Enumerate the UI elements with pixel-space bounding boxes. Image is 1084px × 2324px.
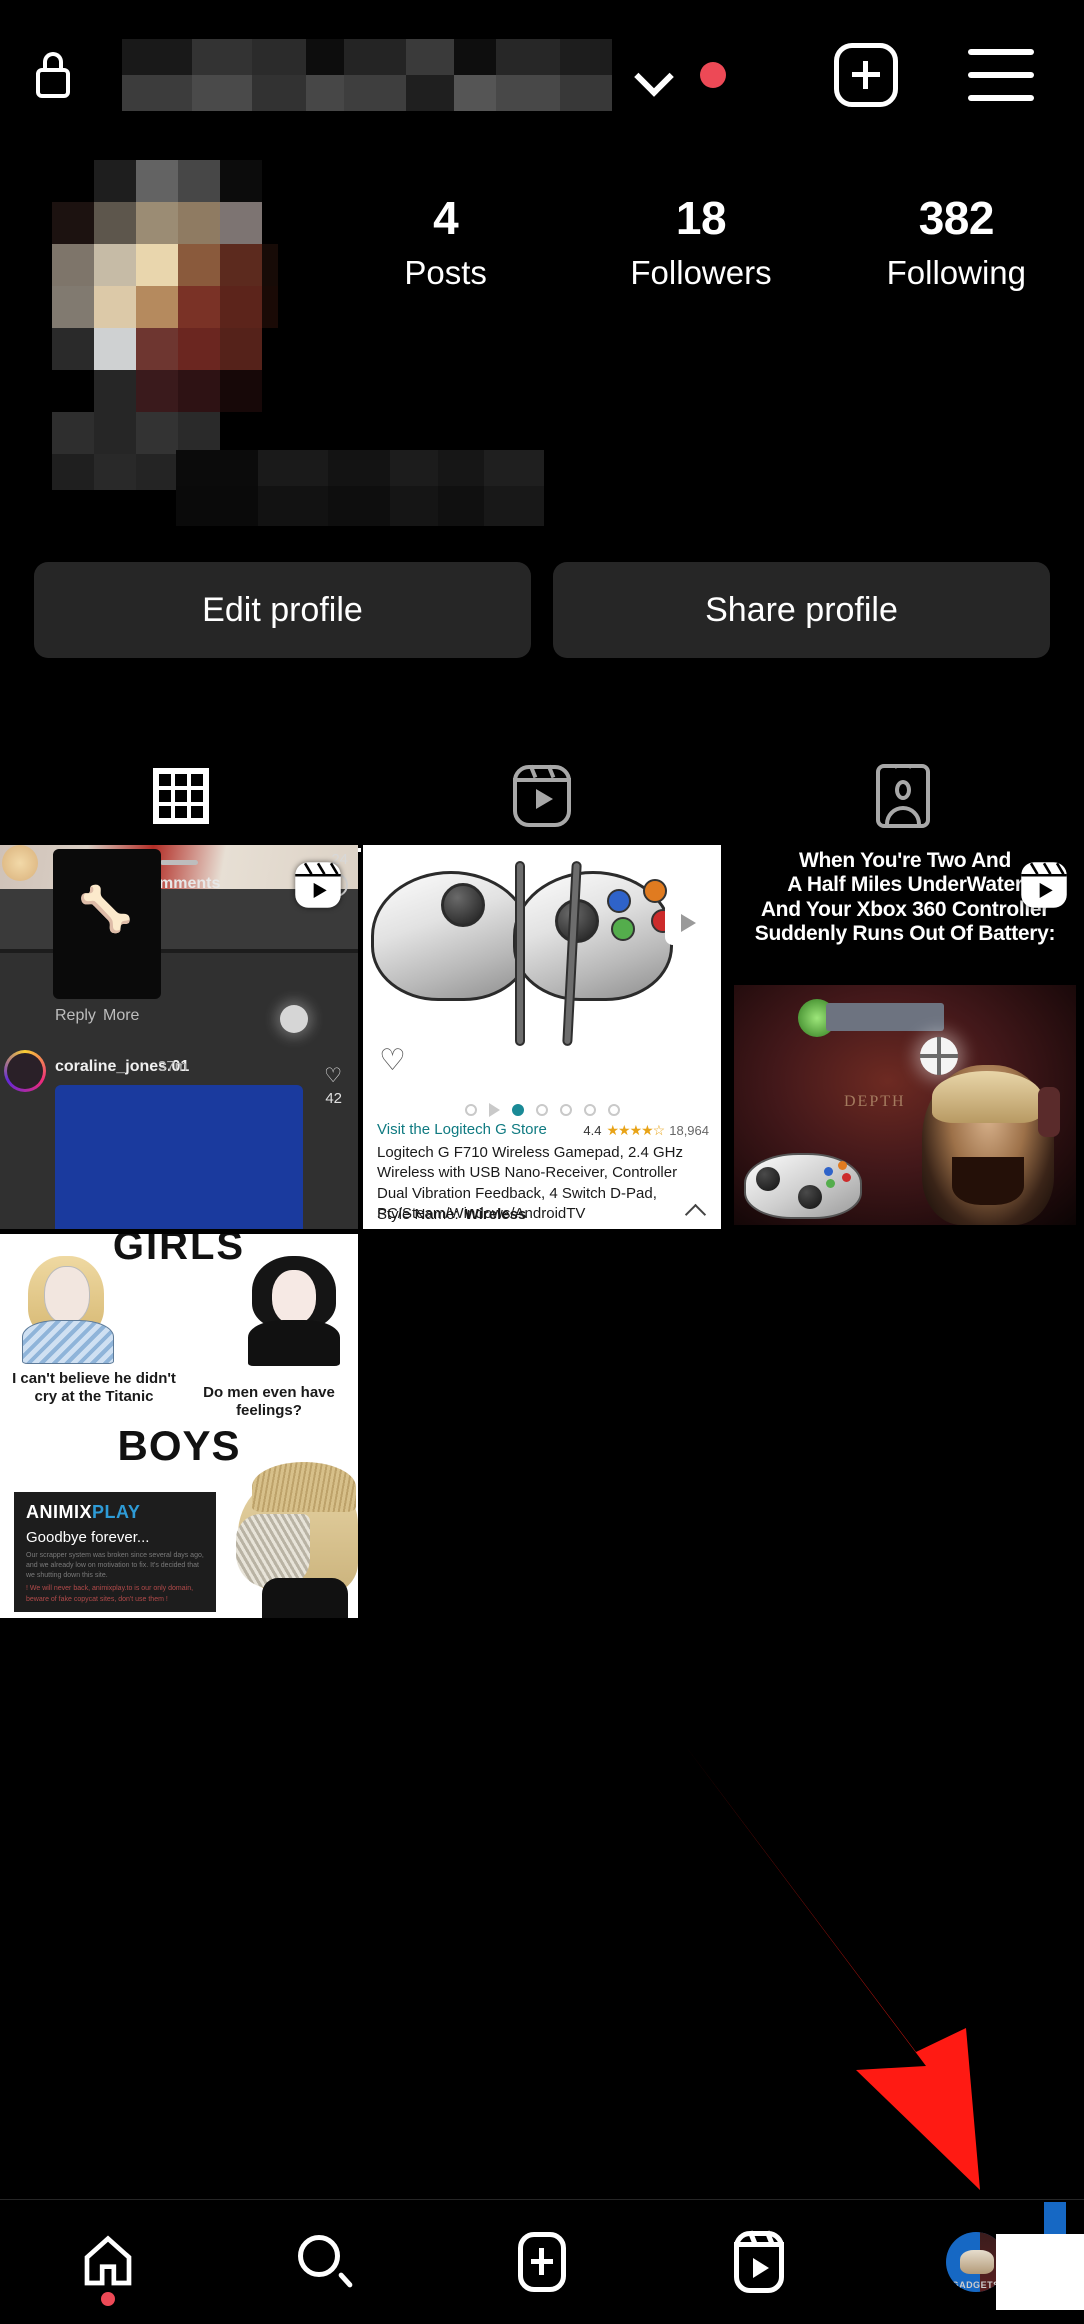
profile-tabs [0,740,1084,852]
home-icon [80,2234,136,2290]
post-grid: Comments i 🦴 24 Reply More coraline_jone… [0,845,1084,1618]
carousel-dots [363,1103,721,1117]
bottom-navigation: GADGETS [0,2200,1084,2324]
following-label: Following [886,253,1027,291]
heart-icon: ♡ [379,1044,406,1077]
light-orb [280,1005,308,1033]
nav-home[interactable] [0,2200,217,2324]
username-redacted[interactable] [122,39,612,111]
post-thumbnail[interactable]: GIRLS I can't believe he didn't cry at t… [0,1234,358,1618]
tab-tagged[interactable] [723,740,1084,852]
lock-icon [32,50,74,100]
notice-body: Our scrapper system was broken since sev… [26,1552,204,1580]
instagram-profile-screen: 4 Posts 18 Followers 382 Following Edit … [0,0,1084,2324]
gamepad-image [744,1153,862,1219]
tagged-icon [876,764,931,828]
battery-bar [826,1003,944,1031]
wojak-girl-right [246,1256,342,1366]
reel-badge-icon [1018,859,1070,911]
nav-reels[interactable] [650,2200,867,2324]
rating-row: 4.4 ★★★★☆ 18,964 [583,1122,709,1139]
wojak-girl-left [22,1256,114,1364]
meme-caption-right: Do men even have feelings? [203,1384,335,1419]
style-row: Style Name: Wireless [377,1206,526,1223]
profile-summary: 4 Posts 18 Followers 382 Following [0,160,1084,490]
hamburger-menu-button[interactable] [968,49,1034,101]
tab-reels[interactable] [361,740,722,852]
brand-part-1: ANIMIX [26,1502,92,1522]
brand-part-2: PLAY [92,1502,141,1522]
animixplay-brand: ANIMIXPLAY [26,1502,204,1523]
heart-icon: ♡ [324,1065,342,1087]
overlay-white-block [995,2234,1084,2310]
animixplay-notice: ANIMIXPLAY Goodbye forever... Our scrapp… [14,1492,216,1612]
profile-stats: 4 Posts 18 Followers 382 Following [318,160,1084,292]
notice-warning: ! We will never back, animixplay.to is o… [26,1585,194,1603]
post-thumbnail[interactable]: ♡ Visit the Logitech G Store 4.4 ★★★★☆ 1… [363,845,721,1229]
followers-count: 18 [675,192,727,244]
edit-profile-button[interactable]: Edit profile [34,562,531,658]
grid-icon [152,768,209,824]
product-photo [363,851,721,1063]
caption-line: Suddenly Runs Out Of Battery: [754,922,1056,946]
following-count: 382 [918,192,995,244]
xbox-guide-icon [920,1037,958,1075]
comment-media-2 [55,1085,303,1229]
search-icon [298,2235,354,2289]
commenter-avatar [2,845,38,881]
chevron-down-icon[interactable] [634,55,674,95]
play-icon [665,901,711,945]
chad-wojak [232,1462,358,1618]
tab-grid[interactable] [0,740,362,852]
annotation-arrow-icon [680,1740,1020,2200]
skeleton-gif: 🦴 [78,885,133,934]
style-label: Style Name: [377,1206,459,1223]
notice-title: Goodbye forever... [26,1529,150,1546]
nav-search[interactable] [217,2200,434,2324]
story-ring-avatar [4,1050,46,1092]
posts-count: 4 [433,192,459,244]
new-post-button[interactable] [834,43,898,107]
followers-label: Followers [630,253,772,291]
comment-like-count-2: 42 [325,1090,342,1107]
nav-profile[interactable]: GADGETS [867,2200,1084,2324]
app-header [0,0,1084,150]
comment-timestamp: 37m [158,1058,188,1075]
share-profile-button[interactable]: Share profile [553,562,1050,658]
nav-create[interactable] [434,2200,651,2324]
star-icons: ★★★★☆ [606,1122,665,1138]
game-hud-text: DEPTH [844,1093,906,1110]
post-thumbnail[interactable]: When You're Two And A Half Miles UnderWa… [726,845,1084,1229]
meme-scene: DEPTH [734,985,1076,1225]
more-label: More [103,1007,140,1024]
reels-icon [512,764,571,827]
bio-redacted [0,440,600,560]
rating-value: 4.4 [583,1123,602,1138]
posts-label: Posts [404,253,487,291]
stat-following[interactable]: 382 Following [829,190,1084,292]
notification-dot [700,62,726,88]
home-badge-dot [101,2292,116,2306]
reel-badge-icon [292,859,344,911]
stat-posts[interactable]: 4 Posts [318,190,573,292]
style-value: Wireless [464,1206,527,1223]
plus-square-icon [517,2232,566,2292]
chevron-up-icon [687,1201,705,1219]
store-link[interactable]: Visit the Logitech G Store [377,1121,547,1138]
stat-followers[interactable]: 18 Followers [573,190,828,292]
overlay-blue-block [1043,2202,1066,2236]
reply-label: Reply [55,1007,96,1024]
reels-icon [733,2230,784,2293]
review-count: 18,964 [669,1123,709,1138]
profile-action-buttons: Edit profile Share profile [0,562,1084,658]
post-thumbnail[interactable]: Comments i 🦴 24 Reply More coraline_jone… [0,845,358,1229]
streamer-face [922,1065,1060,1225]
meme-caption-left: I can't believe he didn't cry at the Tit… [12,1370,176,1405]
